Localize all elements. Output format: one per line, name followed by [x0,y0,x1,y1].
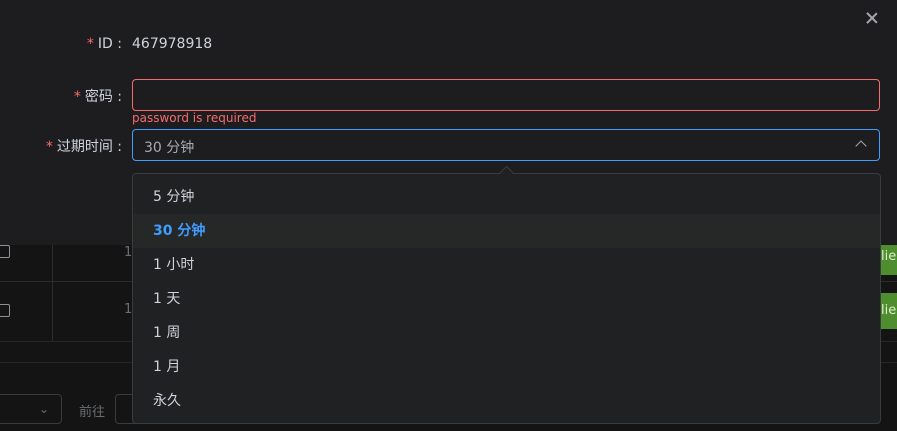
dropdown-option[interactable]: 1 天 [133,282,880,316]
id-value: 467978918 [132,36,213,52]
chevron-up-icon [855,140,867,152]
column-divider [52,245,53,281]
expire-select[interactable]: 30 分钟 [132,129,880,161]
dropdown-option[interactable]: 1 周 [133,316,880,350]
copy-icon[interactable] [0,304,10,317]
copy-icon[interactable] [0,245,10,258]
expire-select-value: 30 分钟 [144,140,195,156]
expire-dropdown: 5 分钟 30 分钟 1 小时 1 天1 周1 月永久 [132,165,881,424]
dropdown-option[interactable]: 1 月 [133,350,880,384]
expire-label: * 过期时间 : [45,139,122,155]
column-divider [52,281,53,341]
dropdown-option[interactable]: 30 分钟 [133,214,880,248]
required-asterisk: * [45,139,53,155]
goto-label: 前往 [79,405,106,420]
page-size-select[interactable]: ⌄ [0,394,62,424]
password-error: password is required [132,111,257,125]
required-asterisk: * [73,89,81,105]
dropdown-option[interactable]: 永久 [133,384,880,418]
password-input[interactable] [132,79,880,111]
chevron-down-icon: ⌄ [38,402,49,416]
required-asterisk: * [86,36,94,52]
dropdown-option[interactable]: 5 分钟 [133,180,880,214]
dropdown-option[interactable]: 1 小时 [133,248,880,282]
close-icon[interactable] [864,10,880,26]
option-list: 5 分钟 30 分钟 1 小时 1 天1 周1 月永久 [133,180,880,418]
id-label: * ID : [86,36,122,52]
password-label: * 密码 : [73,89,122,105]
row-action-button[interactable]: lie [879,293,897,329]
